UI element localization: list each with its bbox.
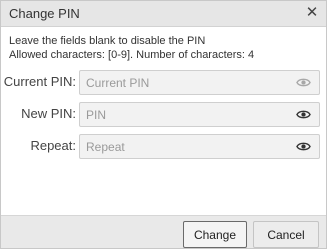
change-pin-dialog: Change PIN ✕ Leave the fields blank to d… <box>0 0 327 249</box>
repeat-pin-input[interactable] <box>80 135 290 158</box>
current-pin-label: Current PIN: <box>3 74 76 89</box>
new-pin-row: New PIN: <box>1 102 326 127</box>
dialog-footer: Change Cancel <box>1 215 326 248</box>
instruction-line-allowed: Allowed characters: [0-9]. Number of cha… <box>9 49 255 61</box>
new-pin-input[interactable] <box>80 103 290 126</box>
repeat-pin-row: Repeat: <box>1 134 326 159</box>
eye-icon[interactable] <box>296 141 311 152</box>
dialog-title: Change PIN <box>9 6 80 21</box>
dialog-titlebar: Change PIN ✕ <box>1 1 326 27</box>
current-pin-field <box>79 70 320 95</box>
repeat-pin-label: Repeat: <box>30 138 76 153</box>
eye-icon[interactable] <box>296 77 311 88</box>
new-pin-label: New PIN: <box>21 106 76 121</box>
repeat-pin-field <box>79 134 320 159</box>
cancel-button[interactable]: Cancel <box>253 221 319 248</box>
change-button[interactable]: Change <box>183 221 247 248</box>
close-icon[interactable]: ✕ <box>304 4 320 22</box>
new-pin-field <box>79 102 320 127</box>
instruction-line-blank: Leave the fields blank to disable the PI… <box>9 35 206 47</box>
current-pin-input[interactable] <box>80 71 290 94</box>
current-pin-row: Current PIN: <box>1 70 326 95</box>
pin-instructions: Leave the fields blank to disable the PI… <box>9 34 254 62</box>
eye-icon[interactable] <box>296 109 311 120</box>
